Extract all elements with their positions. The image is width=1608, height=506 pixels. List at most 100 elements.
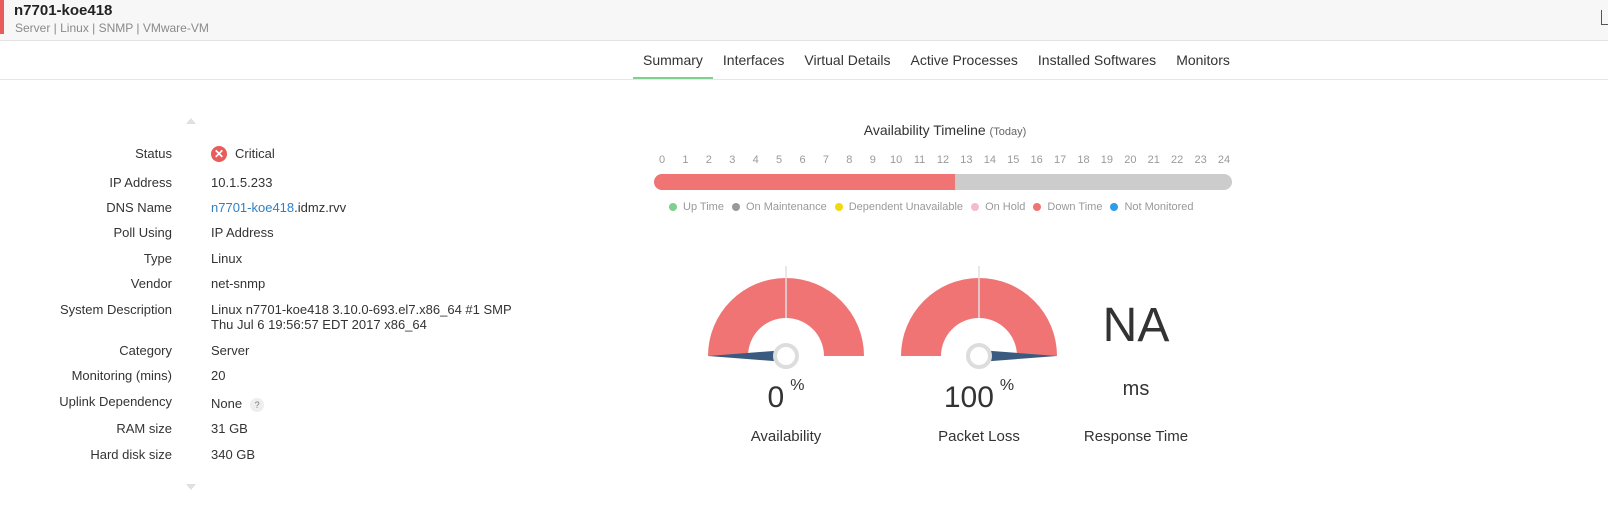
tab-installed-softwares[interactable]: Installed Softwares <box>1028 41 1166 80</box>
device-header: n7701-koe418 Server | Linux | SNMP | VMw… <box>0 0 1608 41</box>
property-value: ✕ Critical <box>211 145 275 163</box>
timeline-hour-label: 24 <box>1217 154 1231 166</box>
timeline-hour-label: 23 <box>1194 154 1207 166</box>
property-value: 31 GB <box>211 421 248 436</box>
timeline-title-text: Availability Timeline <box>863 122 986 138</box>
availability-value: 0% <box>696 377 876 415</box>
property-value: net-snmp <box>211 276 266 291</box>
packet-loss-number: 100 <box>943 381 994 414</box>
timeline-title: Availability Timeline (Today) <box>658 122 1232 138</box>
property-value: Thu Jul 6 19:56:57 EDT 2017 x86_64 <box>211 317 427 332</box>
legend-item[interactable]: Not Monitored <box>1110 201 1194 213</box>
property-value: Linux <box>211 251 243 266</box>
status-accent-bar <box>0 0 4 34</box>
timeline-hour-label: 13 <box>960 154 973 166</box>
timeline-hour-label: 5 <box>776 154 783 166</box>
property-label: Category <box>119 343 172 358</box>
packet-loss-value: 100% <box>889 377 1069 415</box>
tab-active-processes[interactable]: Active Processes <box>901 41 1028 80</box>
property-value: IP Address <box>211 225 274 240</box>
legend-label: On Maintenance <box>745 201 827 213</box>
packet-loss-unit: % <box>999 377 1015 394</box>
property-label: RAM size <box>116 421 172 436</box>
timeline-hour-label: 1 <box>682 154 689 166</box>
property-value: None? <box>211 396 265 412</box>
timeline-hour-label: 4 <box>752 154 759 166</box>
critical-x-icon: ✕ <box>211 145 227 162</box>
response-time-widget: NA ms Response Time <box>1066 296 1206 445</box>
legend-label: Down Time <box>1047 201 1103 213</box>
timeline-hour-label: 3 <box>729 154 736 166</box>
device-title: n7701-koe418 <box>14 2 113 19</box>
timeline-hour-label: 8 <box>846 154 853 166</box>
timeline-hour-label: 9 <box>869 154 876 166</box>
timeline-hour-label: 19 <box>1100 154 1114 166</box>
timeline-hour-label: 22 <box>1171 154 1184 166</box>
legend-dot-icon <box>669 203 677 211</box>
property-value: 20 <box>211 368 226 383</box>
legend-item[interactable]: On Hold <box>971 201 1025 213</box>
timeline-hour-label: 10 <box>890 154 903 166</box>
packet-loss-gauge-dial <box>901 266 1057 369</box>
scroll-down-arrow-icon[interactable] <box>186 484 196 490</box>
uplink-value: None <box>211 396 243 411</box>
packet-loss-label: Packet Loss <box>938 428 1020 445</box>
tab-summary[interactable]: Summary <box>633 41 713 80</box>
property-label: Monitoring (mins) <box>71 368 172 383</box>
timeline-qualifier: (Today) <box>989 126 1027 138</box>
timeline-hour-label: 2 <box>705 154 712 166</box>
legend-dot-icon <box>1033 203 1042 211</box>
tab-virtual-details[interactable]: Virtual Details <box>794 41 900 80</box>
timeline-hour-label: 21 <box>1147 154 1160 166</box>
legend-label: On Hold <box>985 201 1026 213</box>
tab-bar: Summary Interfaces Virtual Details Activ… <box>633 41 1240 80</box>
dns-name-link[interactable]: n7701-koe418 <box>211 200 294 215</box>
legend-item[interactable]: Dependent Unavailable <box>834 201 963 213</box>
availability-gauge-dial <box>708 266 864 369</box>
dns-suffix: .idmz.rvv <box>294 200 347 215</box>
timeline-hour-label: 16 <box>1030 154 1043 166</box>
corner-bracket-icon[interactable] <box>1601 10 1608 25</box>
response-time-unit: ms <box>1122 378 1150 400</box>
timeline-hour-label: 0 <box>658 154 666 166</box>
legend-dot-icon <box>834 203 843 211</box>
legend-item[interactable]: Down Time <box>1033 201 1102 213</box>
availability-timeline-bar[interactable] <box>654 174 1232 190</box>
scroll-up-arrow-icon[interactable] <box>186 118 196 124</box>
property-label: IP Address <box>109 175 172 190</box>
device-subtitle: Server | Linux | SNMP | VMware-VM <box>15 21 209 35</box>
timeline-hour-label: 6 <box>799 154 806 166</box>
timeline-hour-label: 11 <box>913 154 926 166</box>
property-label: Hard disk size <box>90 447 172 462</box>
tab-monitors[interactable]: Monitors <box>1166 41 1240 80</box>
timeline-hour-label: 17 <box>1053 154 1067 166</box>
property-value: 10.1.5.233 <box>211 175 273 190</box>
property-label: System Description <box>60 302 172 317</box>
availability-number: 0 <box>767 381 785 414</box>
timeline-hour-label: 12 <box>936 154 950 166</box>
timeline-legend: Up Time On Maintenance Dependent Unavailab… <box>669 201 1202 213</box>
property-label: Uplink Dependency <box>59 394 172 409</box>
legend-dot-icon <box>1110 203 1119 211</box>
timeline-hour-label: 7 <box>822 154 829 166</box>
timeline-hour-label: 20 <box>1124 154 1137 166</box>
down-time-segment[interactable] <box>654 174 956 190</box>
response-time-value: NA <box>1102 299 1170 352</box>
property-label: Poll Using <box>113 225 172 240</box>
legend-dot-icon <box>731 203 740 211</box>
timeline-hour-label: 14 <box>983 154 996 166</box>
tab-interfaces[interactable]: Interfaces <box>713 41 794 80</box>
timeline-hour-label: 15 <box>1007 154 1020 166</box>
help-icon[interactable]: ? <box>250 397 265 412</box>
response-time-label: Response Time <box>1083 428 1189 445</box>
tabs-divider <box>0 79 1608 80</box>
availability-label: Availability <box>750 428 822 445</box>
property-value: 340 GB <box>211 447 256 462</box>
property-label: DNS Name <box>106 200 172 215</box>
legend-item[interactable]: On Maintenance <box>731 201 827 213</box>
status-text: Critical <box>235 146 275 161</box>
legend-item[interactable]: Up Time <box>669 201 724 213</box>
property-label: Status <box>135 146 172 161</box>
gauge-hub <box>773 343 799 369</box>
legend-label: Up Time <box>683 201 724 213</box>
